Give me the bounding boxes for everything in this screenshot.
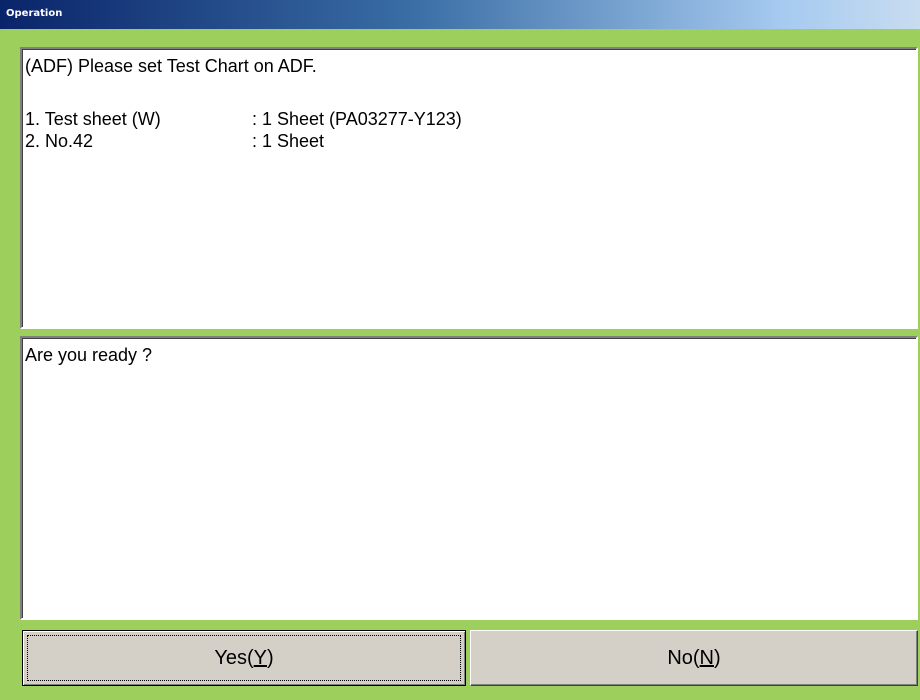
item-2-value: : 1 Sheet [252,131,325,151]
no-mnemonic: N [699,646,714,669]
no-button[interactable]: No(N) [470,630,918,686]
yes-label-suffix: ) [266,646,274,669]
item-1-value: : 1 Sheet (PA03277-Y123) [252,109,462,129]
title-bar[interactable]: Operation [0,0,920,29]
prompt-panel: Are you ready ? [20,336,918,620]
operation-dialog: Operation (ADF) Please set Test Chart on… [0,0,920,700]
yes-label: Yes(Y) [214,647,273,670]
prompt-text: Are you ready ? [25,345,153,365]
frame-band [0,29,920,47]
instructions-heading: (ADF) Please set Test Chart on ADF. [25,56,317,76]
yes-button[interactable]: Yes(Y) [22,630,466,686]
window-title: Operation [6,8,63,19]
instructions-panel: (ADF) Please set Test Chart on ADF. 1. T… [20,47,918,329]
item-2-name: 2. No.42 [25,131,94,151]
yes-mnemonic: Y [253,646,267,669]
no-label-prefix: No( [667,646,700,669]
no-label: No(N) [667,647,720,670]
yes-label-prefix: Yes( [214,646,254,669]
item-1-name: 1. Test sheet (W) [25,109,161,129]
no-label-suffix: ) [714,646,721,669]
